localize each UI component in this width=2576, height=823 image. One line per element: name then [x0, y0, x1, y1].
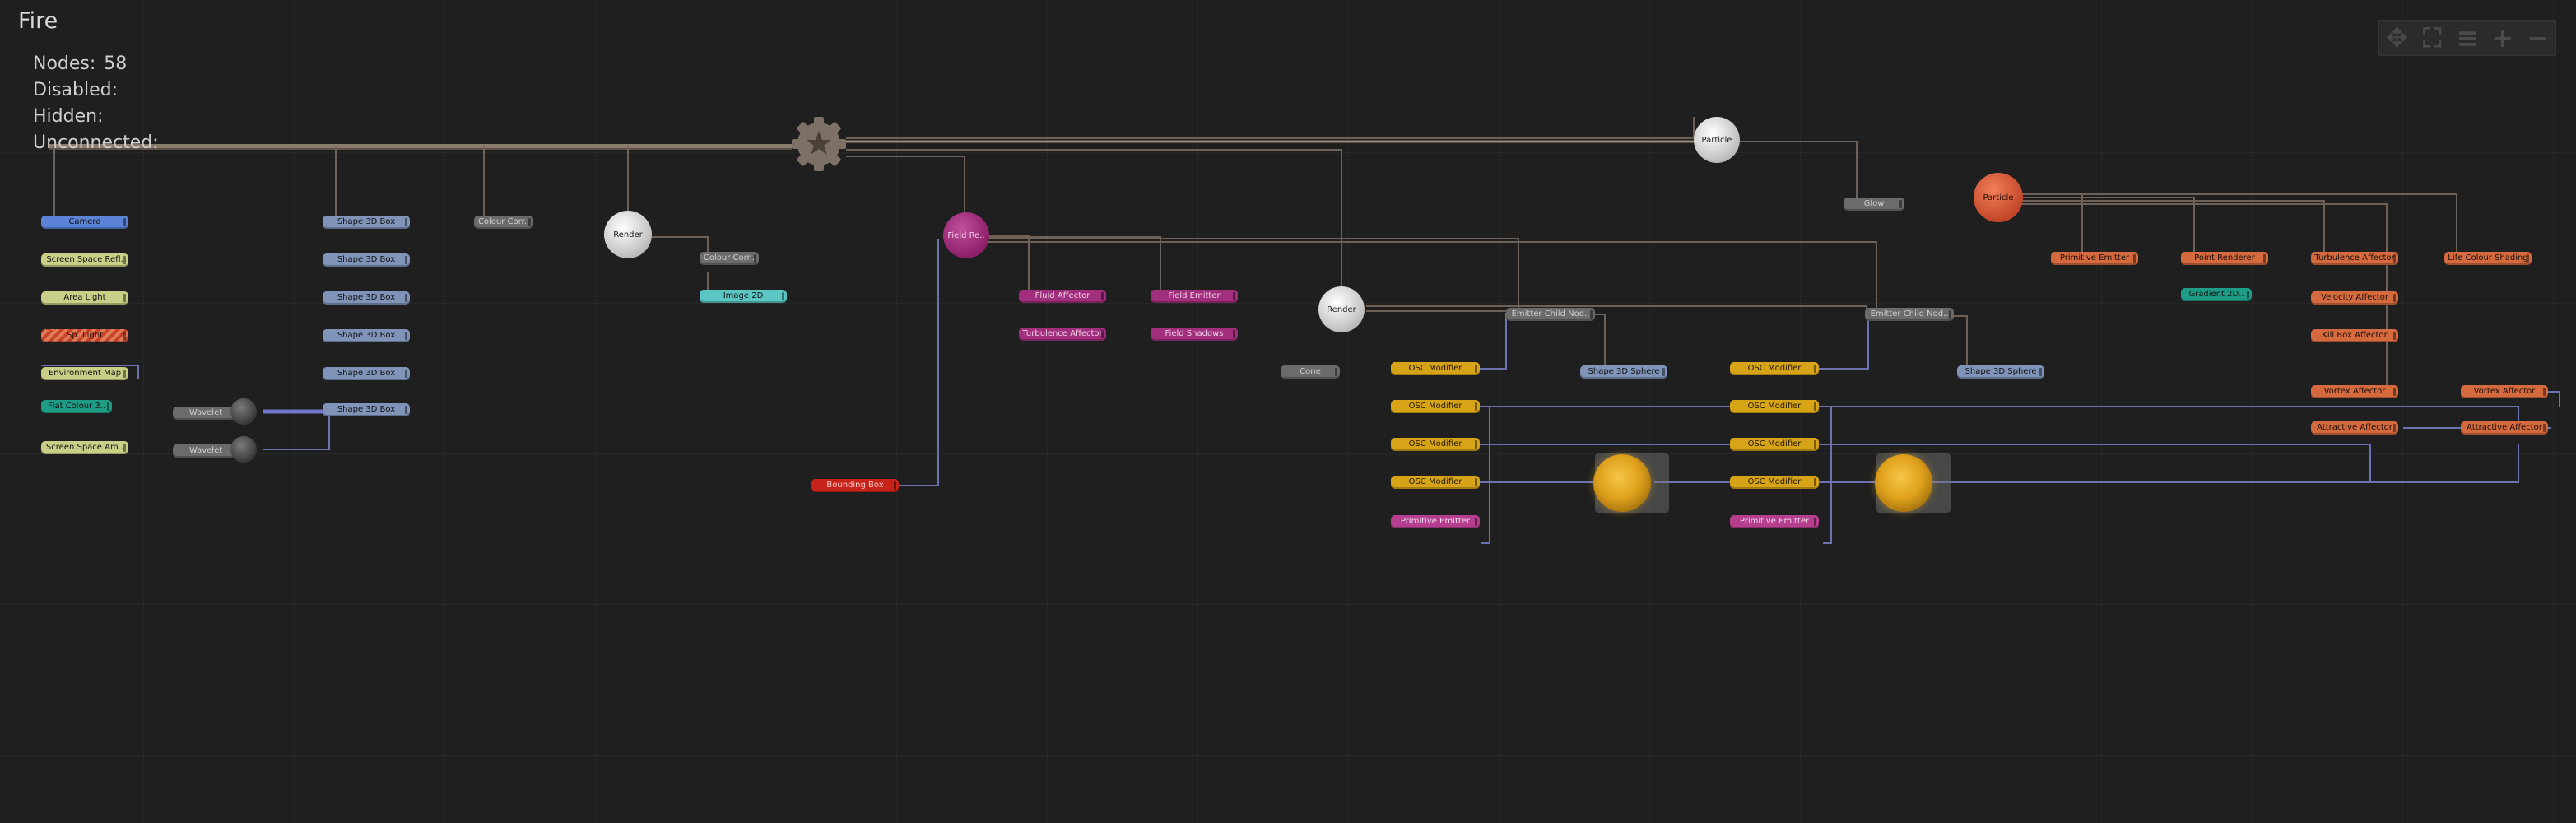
shape3d-box-node[interactable]: Shape 3D Box	[323, 367, 410, 380]
osc-modifier-node[interactable]: OSC Modifier	[1391, 476, 1480, 489]
field-emitter-node[interactable]: Field Emitter	[1151, 290, 1238, 303]
shape3d-box-node[interactable]: Shape 3D Box	[323, 403, 410, 416]
kill-box-affector-node[interactable]: Kill Box Affector	[2311, 329, 2398, 342]
fluid-affector-node[interactable]: Fluid Affector	[1019, 290, 1106, 303]
cone-node[interactable]: Cone	[1281, 365, 1340, 379]
screen-space-ao-node[interactable]: Screen Space Am..	[41, 441, 128, 454]
gradient-2d-node[interactable]: Gradient 2D..	[2181, 288, 2252, 301]
disabled-stat: Disabled:	[33, 77, 167, 104]
shape3d-box-node[interactable]: Shape 3D Box	[323, 329, 410, 342]
emitter-child-node[interactable]: Emitter Child Nod..	[1865, 308, 1954, 321]
colour-correction-node[interactable]: Colour Corr..	[700, 252, 759, 265]
primitive-emitter-node[interactable]: Primitive Emitter	[1391, 515, 1480, 528]
shape3d-box-node[interactable]: Shape 3D Box	[323, 291, 410, 305]
wavelet-handle[interactable]	[230, 398, 257, 425]
unconnected-label: Unconnected:	[33, 133, 159, 153]
hidden-label: Hidden:	[33, 106, 104, 127]
velocity-affector-node[interactable]: Velocity Affector	[2311, 291, 2398, 305]
osc-modifier-node[interactable]: OSC Modifier	[1730, 362, 1819, 375]
colour-correction-node[interactable]: Colour Corr..	[474, 216, 533, 229]
wavelet-node[interactable]: Wavelet	[173, 407, 239, 420]
hidden-stat: Hidden:	[33, 104, 167, 130]
attractive-affector-node[interactable]: Attractive Affector	[2311, 421, 2398, 435]
disabled-label: Disabled:	[33, 80, 118, 100]
render-node[interactable]: Render	[604, 211, 652, 258]
wavelet-node[interactable]: Wavelet	[173, 444, 239, 458]
zoom-in-icon[interactable]: +	[2486, 25, 2519, 51]
align-icon[interactable]: ≡	[2451, 25, 2484, 51]
field-node[interactable]: Field Re..	[943, 212, 989, 258]
scene-gear-icon[interactable]	[792, 117, 846, 171]
zoom-out-icon[interactable]: −	[2522, 25, 2555, 51]
render-label: Render	[613, 230, 643, 239]
particle-node[interactable]: Particle	[1974, 173, 2023, 222]
render-label: Render	[1327, 305, 1356, 314]
sun-light-icon[interactable]	[1875, 454, 1932, 512]
light-node[interactable]: Sp. Light	[41, 329, 128, 342]
render-node[interactable]: Render	[1318, 286, 1365, 332]
environment-map-node[interactable]: Environment Map	[41, 367, 128, 380]
flat-colour-node[interactable]: Flat Colour 3..	[41, 400, 112, 413]
glow-node[interactable]: Glow	[1844, 198, 1904, 211]
vortex-affector-node[interactable]: Vortex Affector	[2311, 385, 2398, 398]
area-light-node[interactable]: Area Light	[41, 291, 128, 305]
screen-space-reflections-node[interactable]: Screen Space Refl.	[41, 253, 128, 267]
shape3d-box-node[interactable]: Shape 3D Box	[323, 253, 410, 267]
life-colour-shading-node[interactable]: Life Colour Shading	[2444, 252, 2532, 265]
osc-modifier-node[interactable]: OSC Modifier	[1391, 438, 1480, 451]
nodes-value: 58	[104, 53, 128, 74]
particle-label: Particle	[1983, 193, 2014, 202]
particle-render-label: Particle	[1701, 135, 1732, 145]
vortex-affector-node[interactable]: Vortex Affector	[2461, 385, 2548, 398]
primitive-emitter-node[interactable]: Primitive Emitter	[1730, 515, 1819, 528]
unconnected-stat: Unconnected:	[33, 130, 167, 156]
camera-node[interactable]: Camera	[41, 216, 128, 229]
osc-modifier-node[interactable]: OSC Modifier	[1391, 362, 1480, 375]
fit-to-view-icon[interactable]: ⛶	[2416, 25, 2448, 51]
shape3d-box-node[interactable]: Shape 3D Box	[323, 216, 410, 229]
turbulence-affector-node[interactable]: Turbulence Affector	[1019, 328, 1106, 341]
attractive-affector-node[interactable]: Attractive Affector	[2461, 421, 2548, 435]
shape3d-sphere-node[interactable]: Shape 3D Sphere	[1957, 365, 2044, 379]
shape3d-sphere-node[interactable]: Shape 3D Sphere	[1580, 365, 1667, 379]
sun-light-icon[interactable]	[1593, 454, 1651, 512]
nodes-label: Nodes:	[33, 53, 96, 74]
particle-render-node[interactable]: Particle	[1694, 117, 1740, 163]
osc-modifier-node[interactable]: OSC Modifier	[1730, 400, 1819, 413]
emitter-child-node[interactable]: Emitter Child Nod..	[1506, 308, 1595, 321]
point-renderer-node[interactable]: Point Renderer	[2181, 252, 2268, 265]
turbulence-affector-node[interactable]: Turbulence Affector	[2311, 252, 2398, 265]
field-node-label: Field Re..	[947, 230, 985, 240]
nodes-stat: Nodes: 58	[33, 51, 167, 77]
graph-stats: Nodes: 58 Disabled: Hidden: Unconnected:	[33, 51, 167, 156]
primitive-emitter-node[interactable]: Primitive Emitter	[2051, 252, 2138, 265]
view-toolbar: ✥ ⛶ ≡ + −	[2378, 20, 2556, 56]
osc-modifier-node[interactable]: OSC Modifier	[1391, 400, 1480, 413]
osc-modifier-node[interactable]: OSC Modifier	[1730, 438, 1819, 451]
graph-title: Fire	[18, 8, 58, 34]
image-2d-node[interactable]: Image 2D	[700, 290, 787, 303]
move-icon[interactable]: ✥	[2380, 25, 2413, 51]
field-shadows-node[interactable]: Field Shadows	[1151, 328, 1238, 341]
osc-modifier-node[interactable]: OSC Modifier	[1730, 476, 1819, 489]
bounding-box-node[interactable]: Bounding Box	[811, 479, 899, 492]
wavelet-handle[interactable]	[230, 436, 257, 463]
